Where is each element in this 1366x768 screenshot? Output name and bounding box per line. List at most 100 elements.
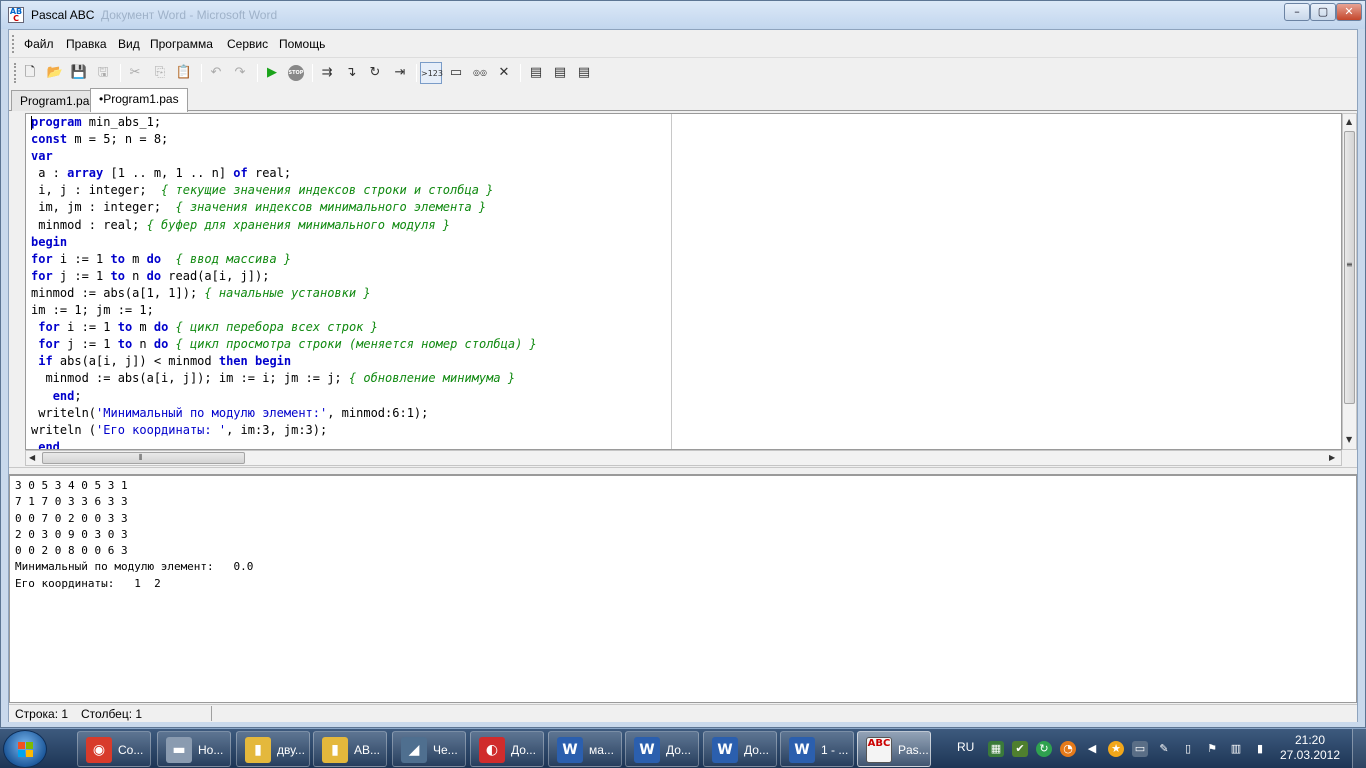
clock[interactable]: 21:20 27.03.2012 <box>1275 733 1345 763</box>
favorites-icon[interactable]: ★ <box>1108 741 1124 757</box>
code-line[interactable]: a : array [1 .. m, 1 .. n] of real; <box>31 165 537 182</box>
code-token: end <box>52 388 75 403</box>
help-reference-icon[interactable]: ▤ <box>573 62 595 84</box>
code-line[interactable]: begin <box>31 234 537 251</box>
help-contents-icon[interactable]: ▤ <box>525 62 547 84</box>
code-line[interactable]: const m = 5; n = 8; <box>31 131 537 148</box>
scroll-right-icon[interactable]: ▶ <box>1329 453 1335 462</box>
flag-icon[interactable]: ⚑ <box>1204 741 1220 757</box>
menu-help[interactable]: Помощь <box>279 37 325 51</box>
code-line[interactable]: var <box>31 148 537 165</box>
maximize-button[interactable]: ▢ <box>1310 3 1336 21</box>
editor-vertical-scrollbar[interactable]: ▲ ≡ ▼ <box>1342 113 1357 450</box>
taskbar-label: ма... <box>589 743 614 757</box>
horizontal-scroll-thumb[interactable] <box>42 452 245 464</box>
run-icon[interactable]: ▶ <box>261 62 283 84</box>
power-icon[interactable]: ▮ <box>1252 741 1268 757</box>
code-line[interactable]: im, jm : integer; { значения индексов ми… <box>31 199 537 216</box>
scroll-left-icon[interactable]: ◀ <box>29 453 35 462</box>
code-line[interactable]: for i := 1 to m do { цикл перебора всех … <box>31 319 537 336</box>
client-area: Файл Правка Вид Программа Сервис Помощь … <box>8 29 1358 722</box>
code-line[interactable]: im := 1; jm := 1; <box>31 302 537 319</box>
code-line[interactable]: minmod := abs(a[1, 1]); { начальные уста… <box>31 285 537 302</box>
toolbar-grip[interactable] <box>14 63 17 83</box>
code-line[interactable]: for j := 1 to n do { цикл просмотра стро… <box>31 336 537 353</box>
language-indicator[interactable]: RU <box>957 740 974 754</box>
watch-icon[interactable]: ◎◎ <box>469 62 491 84</box>
taskbar-button[interactable]: ◉ Co... <box>77 731 151 767</box>
volume-icon[interactable]: ◀ <box>1084 741 1100 757</box>
scroll-up-icon[interactable]: ▲ <box>1346 117 1352 126</box>
tab-program1-modified[interactable]: •Program1.pas <box>90 88 188 112</box>
tray-app-icon[interactable]: ▦ <box>988 741 1004 757</box>
code-line[interactable]: writeln('Минимальный по модулю элемент:'… <box>31 405 537 422</box>
taskbar-button[interactable]: W До... <box>703 731 777 767</box>
menu-view[interactable]: Вид <box>118 37 140 51</box>
output-mode-icon[interactable]: >123 <box>420 62 443 84</box>
close-button[interactable]: ✕ <box>1336 3 1362 21</box>
code-line[interactable]: writeln ('Его координаты: ', im:3, jm:3)… <box>31 422 537 439</box>
taskbar-button[interactable]: ◐ До... <box>470 731 544 767</box>
paste-icon[interactable]: 📋 <box>173 62 195 84</box>
taskbar-button[interactable]: W До... <box>625 731 699 767</box>
taskbar-button[interactable]: ABC Pas... <box>857 731 931 767</box>
taskbar-button[interactable]: ◢ Че... <box>392 731 466 767</box>
open-file-icon[interactable]: 📂 <box>44 62 66 84</box>
code-line[interactable]: program min_abs_1; <box>31 114 537 131</box>
window-toggle-icon[interactable]: ▭ <box>445 62 467 84</box>
cut-icon[interactable]: ✂ <box>124 62 146 84</box>
code-token: then <box>218 354 248 369</box>
help-index-icon[interactable]: ▤ <box>549 62 571 84</box>
code-token: ; <box>74 388 82 403</box>
code-line[interactable]: for i := 1 to m do { ввод массива } <box>31 251 537 268</box>
code-line[interactable]: i, j : integer; { текущие значения индек… <box>31 182 537 199</box>
menu-program[interactable]: Программа <box>150 37 213 51</box>
menu-edit[interactable]: Правка <box>66 37 107 51</box>
menu-service[interactable]: Сервис <box>227 37 268 51</box>
pane-splitter[interactable] <box>9 467 1357 475</box>
menu-file[interactable]: Файл <box>24 37 54 51</box>
code-line[interactable]: end; <box>31 388 537 405</box>
code-line[interactable]: for j := 1 to n do read(a[i, j]); <box>31 268 537 285</box>
sync-icon[interactable]: ↻ <box>1036 741 1052 757</box>
step-into-icon[interactable]: ⇉ <box>316 62 338 84</box>
show-desktop-button[interactable] <box>1352 729 1366 768</box>
code-line[interactable]: minmod : real; { буфер для хранения мини… <box>31 217 537 234</box>
taskbar-button[interactable]: ▮ AB... <box>313 731 387 767</box>
source-code[interactable]: program min_abs_1; const m = 5; n = 8; var… <box>31 114 537 449</box>
security-icon[interactable]: ✔ <box>1012 741 1028 757</box>
stop-icon[interactable]: STOP <box>285 62 307 84</box>
tools-icon[interactable]: ✎ <box>1156 741 1172 757</box>
title-bar[interactable]: AB C Pascal ABC Документ Word - Microsoft… <box>1 1 1365 29</box>
network-icon[interactable]: ▥ <box>1228 741 1244 757</box>
menu-grip[interactable] <box>12 35 15 53</box>
output-window[interactable]: 3 0 5 3 4 0 5 3 1 7 1 7 0 3 3 6 3 3 0 0 7 … <box>9 475 1357 703</box>
copy-icon[interactable]: ⎘ <box>149 62 171 84</box>
undo-icon[interactable]: ↶ <box>205 62 227 84</box>
update-icon[interactable]: ◔ <box>1060 741 1076 757</box>
taskbar-button[interactable]: Wма... <box>548 731 622 767</box>
code-line[interactable]: if abs(a[i, j]) < minmod then begin <box>31 353 537 370</box>
display-icon[interactable]: ▭ <box>1132 741 1148 757</box>
taskbar-button[interactable]: ▮ дву... <box>236 731 310 767</box>
run-to-cursor-icon[interactable]: ↻ <box>364 62 386 84</box>
code-line[interactable]: minmod := abs(a[i, j]); im := i; jm := j… <box>31 370 537 387</box>
start-button[interactable] <box>3 730 47 768</box>
taskbar-button[interactable]: ▬ Ho... <box>157 731 231 767</box>
close-output-icon[interactable]: ✕ <box>493 62 515 84</box>
breakpoint-icon[interactable]: ⇥ <box>389 62 411 84</box>
scroll-down-icon[interactable]: ▼ <box>1346 435 1352 444</box>
save-all-icon[interactable]: 🖫 <box>92 62 114 84</box>
device-icon[interactable]: ▯ <box>1180 741 1196 757</box>
code-editor[interactable]: program min_abs_1; const m = 5; n = 8; var… <box>25 113 1342 450</box>
redo-icon[interactable]: ↷ <box>229 62 251 84</box>
editor-horizontal-scrollbar[interactable]: ◀ ⦀ ▶ <box>25 450 1342 466</box>
new-file-icon[interactable]: 🗋 <box>19 62 41 84</box>
step-over-icon[interactable]: ↴ <box>340 62 362 84</box>
code-token: abs(a[i, j]) < minmod <box>52 354 219 369</box>
minimize-button[interactable]: – <box>1284 3 1310 21</box>
taskbar-button[interactable]: W 1 - ... <box>780 731 854 767</box>
output-line: Минимальный по модулю элемент: 0.0 <box>15 560 254 574</box>
save-icon[interactable]: 💾 <box>68 62 90 84</box>
code-line[interactable]: end. <box>31 439 537 449</box>
